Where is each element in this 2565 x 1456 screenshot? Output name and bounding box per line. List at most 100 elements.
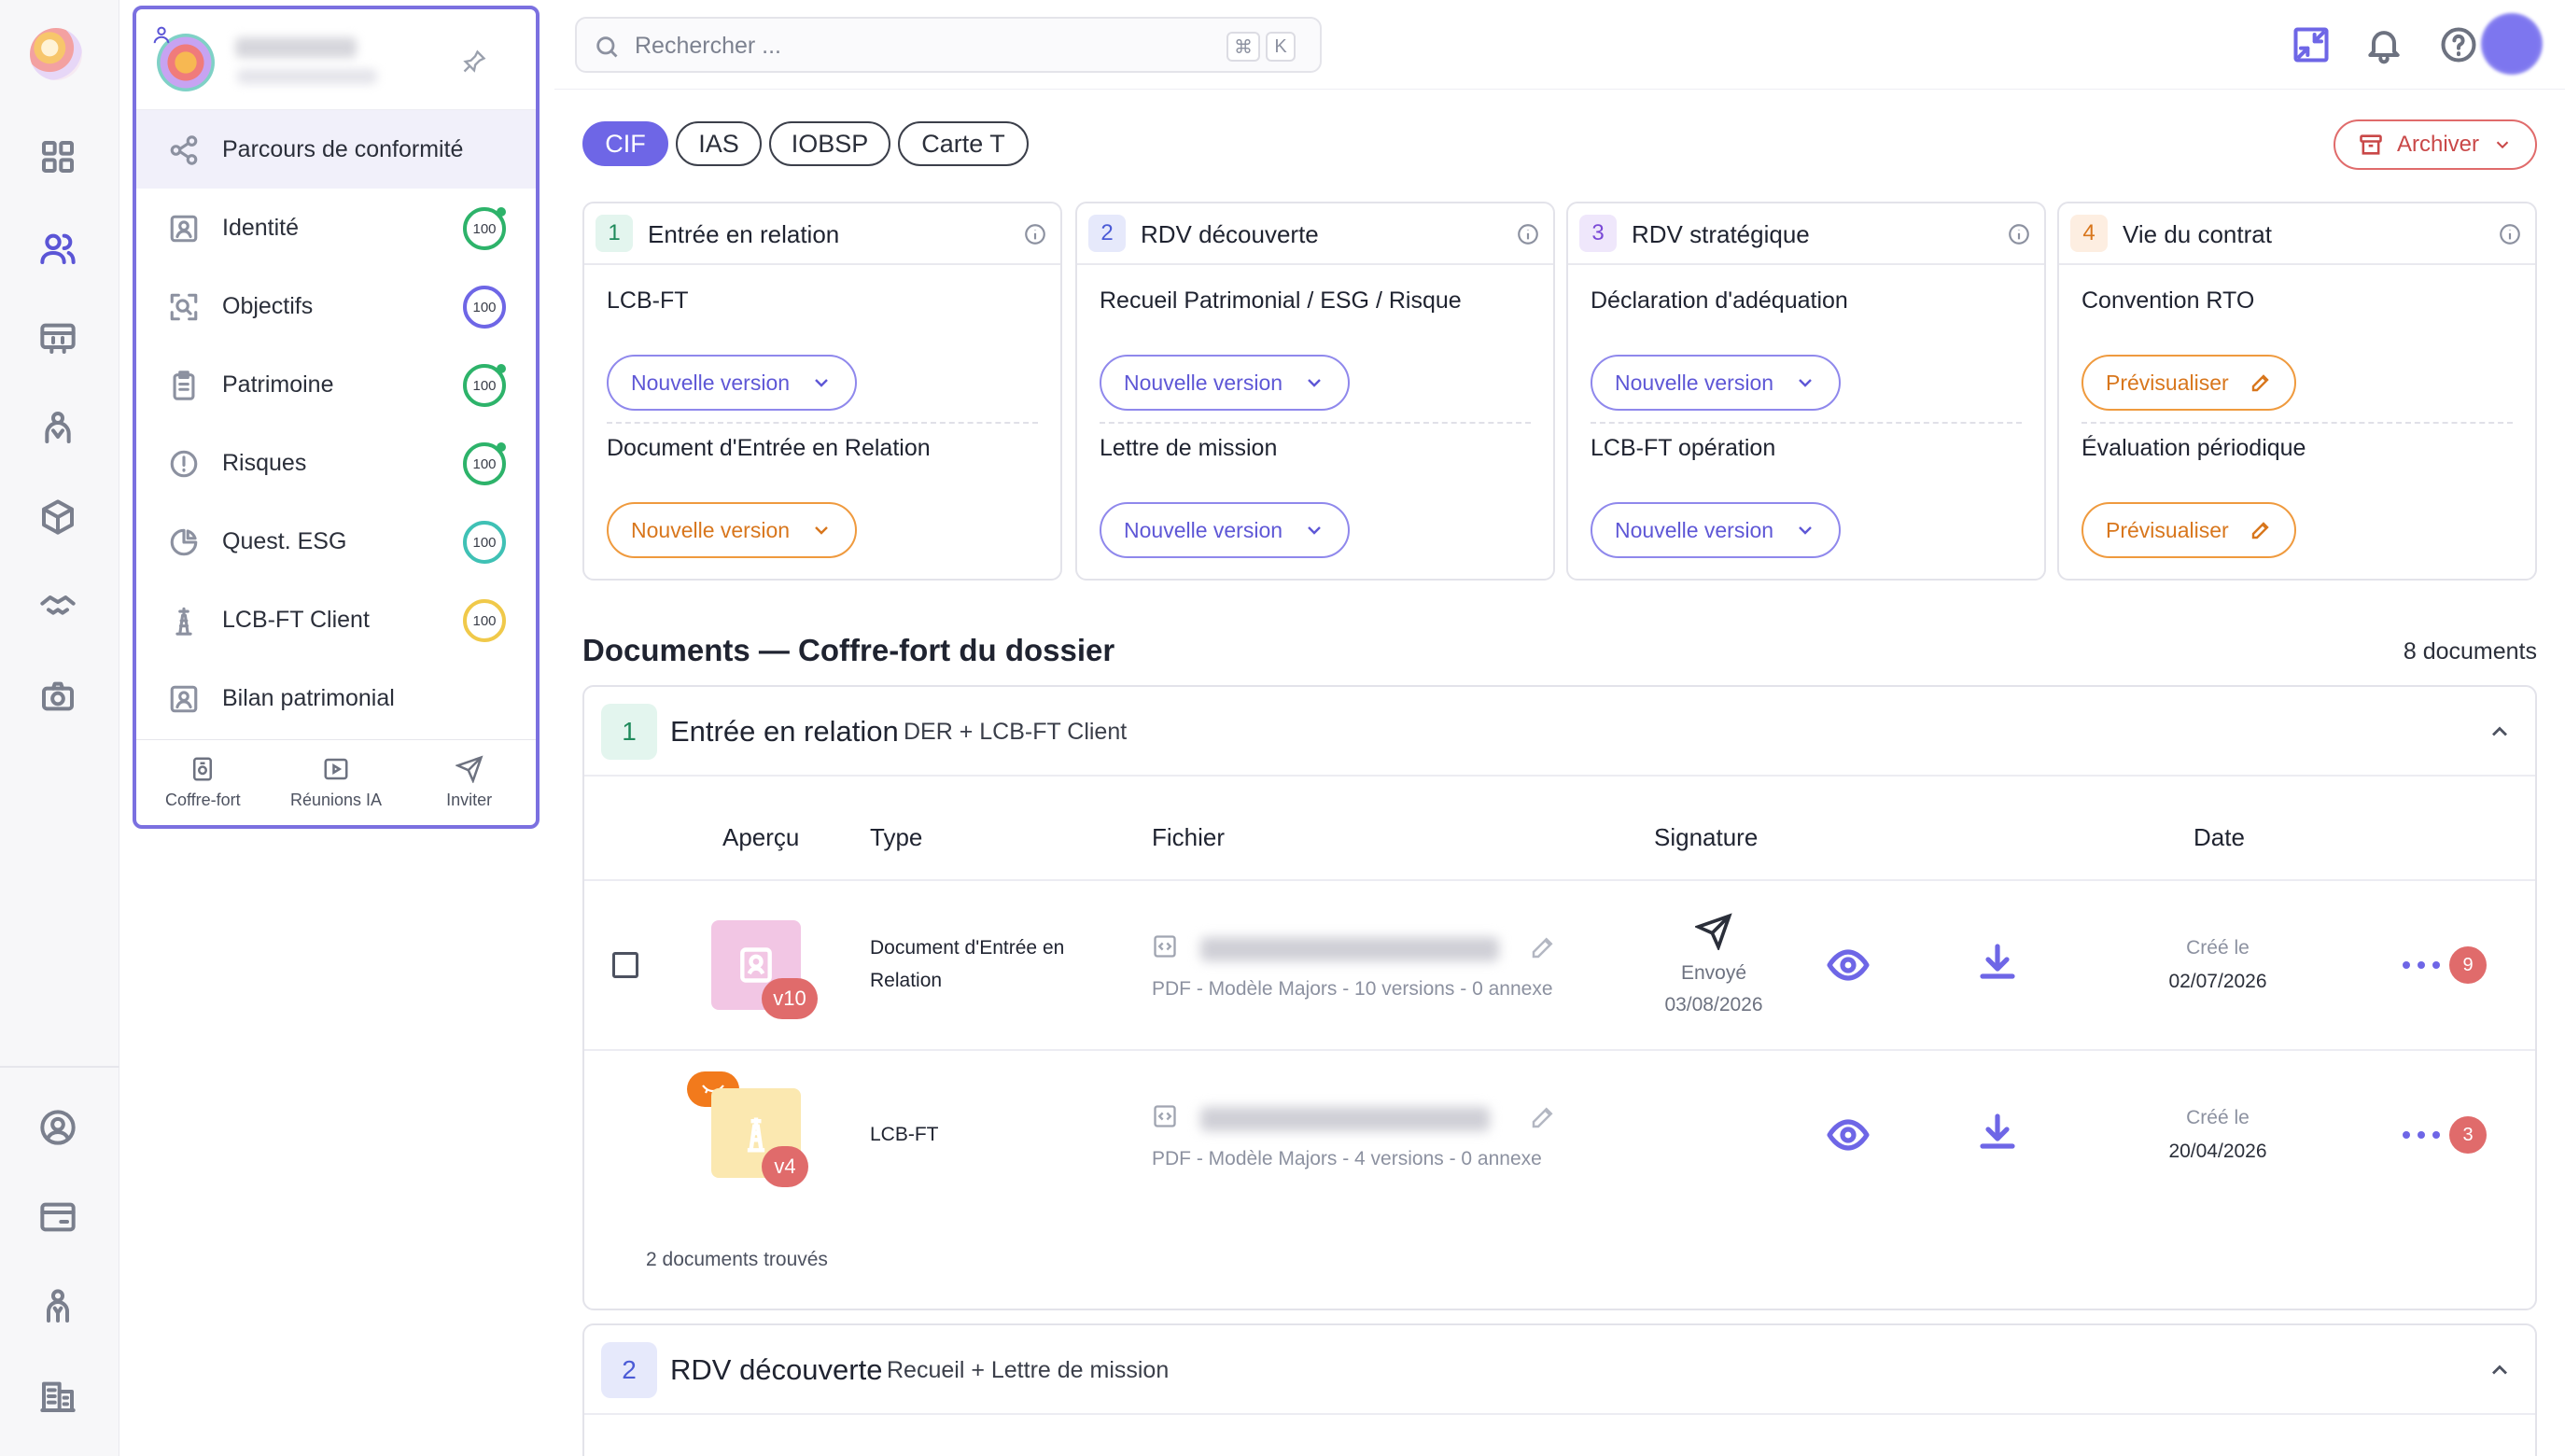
team-icon[interactable] — [35, 1284, 80, 1329]
button-label: Nouvelle version — [631, 370, 791, 395]
step-header: 1 Entrée en relation — [584, 203, 1060, 265]
pencil-icon — [2251, 522, 2269, 539]
signature-status: Envoyé 03/08/2026 — [1620, 913, 1807, 1016]
date-value: 02/07/2026 — [2168, 971, 2267, 992]
file-code-icon — [1152, 933, 1178, 959]
nav-objectifs[interactable]: Objectifs 100 — [136, 267, 536, 345]
pencil-icon[interactable] — [1529, 933, 1557, 961]
nav-patrimoine[interactable]: Patrimoine 100 — [136, 345, 536, 424]
bell-icon[interactable] — [2363, 24, 2404, 65]
advisor-icon[interactable] — [35, 405, 80, 450]
tab-label: Coffre-fort — [164, 791, 241, 809]
step-number: 3 — [1579, 215, 1617, 252]
button-label: Nouvelle version — [1615, 517, 1774, 542]
new-version-button[interactable]: Nouvelle version — [1100, 502, 1351, 558]
billing-icon[interactable] — [35, 1195, 80, 1239]
document-type: Document d'Entrée en Relation — [870, 937, 1065, 991]
step-card-1: 1 Entrée en relation LCB-FT Nouvelle ver… — [582, 202, 1062, 581]
products-icon[interactable] — [35, 495, 80, 539]
row-checkbox[interactable] — [612, 952, 638, 978]
nav-risques[interactable]: Risques 100 — [136, 424, 536, 502]
new-version-button[interactable]: Nouvelle version — [607, 502, 858, 558]
camera-icon[interactable] — [35, 674, 80, 719]
pencil-icon[interactable] — [1529, 1103, 1557, 1131]
tab-iobsp[interactable]: IOBSP — [769, 121, 890, 166]
pie-chart-icon — [168, 526, 200, 558]
nav-lcb-ft-client[interactable]: LCB-FT Client 100 — [136, 581, 536, 659]
nav-parcours-conformite[interactable]: Parcours de conformité — [136, 110, 536, 189]
new-version-button[interactable]: Nouvelle version — [1591, 502, 1842, 558]
dashboard-icon[interactable] — [35, 134, 80, 179]
info-icon[interactable] — [2498, 222, 2522, 246]
info-icon[interactable] — [1023, 222, 1047, 246]
tab-reunions-ia[interactable]: Réunions IA — [270, 740, 403, 825]
pin-icon[interactable] — [461, 49, 487, 75]
chevron-up-icon[interactable] — [2487, 1357, 2513, 1383]
nav-identite[interactable]: Identité 100 — [136, 189, 536, 267]
step-card-3: 3 RDV stratégique Déclaration d'adéquati… — [1566, 202, 2046, 581]
file-name-redacted[interactable] — [1200, 1107, 1490, 1131]
company-icon[interactable] — [35, 1374, 80, 1419]
new-version-button[interactable]: Nouvelle version — [1591, 355, 1842, 411]
tab-coffre-fort[interactable]: Coffre-fort — [136, 740, 270, 825]
handshake-icon[interactable] — [35, 584, 80, 629]
chevron-up-icon[interactable] — [2487, 719, 2513, 745]
more-icon[interactable] — [2401, 1126, 2442, 1144]
tab-carte-t[interactable]: Carte T — [898, 121, 1029, 166]
more-icon[interactable] — [2401, 956, 2442, 974]
download-icon[interactable] — [1975, 941, 2020, 986]
help-icon[interactable] — [2438, 24, 2479, 65]
client-panel-footer: Coffre-fort Réunions IA Inviter — [136, 739, 536, 825]
target-search-icon — [168, 291, 200, 323]
collapse-icon[interactable] — [2291, 24, 2332, 65]
tab-ias[interactable]: IAS — [676, 121, 762, 166]
file-meta: PDF - Modèle Majors - 4 versions - 0 ann… — [1152, 1148, 1542, 1169]
alert-circle-icon — [168, 448, 200, 480]
info-icon[interactable] — [1516, 222, 1540, 246]
user-icon — [151, 24, 172, 45]
new-version-button[interactable]: Nouvelle version — [607, 355, 858, 411]
new-version-button[interactable]: Nouvelle version — [1100, 355, 1351, 411]
doc-label: LCB-FT — [607, 287, 689, 314]
clients-icon[interactable] — [35, 226, 80, 271]
nav-quest-esg[interactable]: Quest. ESG 100 — [136, 502, 536, 581]
user-avatar[interactable] — [2481, 13, 2543, 75]
button-label: Nouvelle version — [631, 517, 791, 542]
search-input[interactable] — [635, 30, 1157, 62]
send-icon — [455, 755, 484, 783]
tab-inviter[interactable]: Inviter — [402, 740, 536, 825]
archive-button[interactable]: Archiver — [2334, 119, 2537, 170]
signature-label: Envoyé — [1680, 962, 1747, 984]
preview-button[interactable]: Prévisualiser — [2081, 355, 2296, 411]
date-cell: Créé le 02/07/2026 — [2115, 937, 2320, 993]
step-title: Entrée en relation — [648, 220, 840, 248]
signature-date: 03/08/2026 — [1664, 994, 1763, 1015]
search-icon — [594, 34, 620, 60]
search-box[interactable]: ⌘ K — [575, 17, 1322, 73]
file-meta: PDF - Modèle Majors - 10 versions - 0 an… — [1152, 978, 1553, 1000]
tab-label: Réunions IA — [289, 791, 383, 809]
download-icon[interactable] — [1975, 1111, 2020, 1155]
nav-label: Quest. ESG — [222, 528, 347, 554]
eye-icon[interactable] — [1826, 1113, 1871, 1157]
client-name-redacted — [235, 37, 357, 58]
score-badge: 100 — [463, 521, 506, 564]
nav-bilan-patrimonial[interactable]: Bilan patrimonial — [136, 659, 536, 737]
info-icon[interactable] — [2007, 222, 2031, 246]
doc-label: Lettre de mission — [1100, 435, 1278, 461]
profile-icon[interactable] — [35, 1105, 80, 1150]
portrait-icon — [168, 683, 200, 715]
section-header[interactable]: 2 RDV découverte Recueil + Lettre de mis… — [584, 1325, 2535, 1415]
safe-icon — [193, 757, 213, 781]
button-label: Nouvelle version — [1615, 370, 1774, 395]
score-badge: 100 — [463, 207, 506, 250]
preview-button[interactable]: Prévisualiser — [2081, 502, 2296, 558]
logo[interactable] — [30, 28, 82, 80]
results-count: 2 documents trouvés — [646, 1249, 828, 1270]
section-header[interactable]: 1 Entrée en relation DER + LCB-FT Client — [584, 687, 2535, 777]
board-icon[interactable] — [35, 315, 80, 360]
file-name-redacted[interactable] — [1200, 937, 1499, 961]
tab-cif[interactable]: CIF — [582, 121, 668, 166]
eye-icon[interactable] — [1826, 943, 1871, 987]
nav-label: Parcours de conformité — [222, 136, 464, 162]
